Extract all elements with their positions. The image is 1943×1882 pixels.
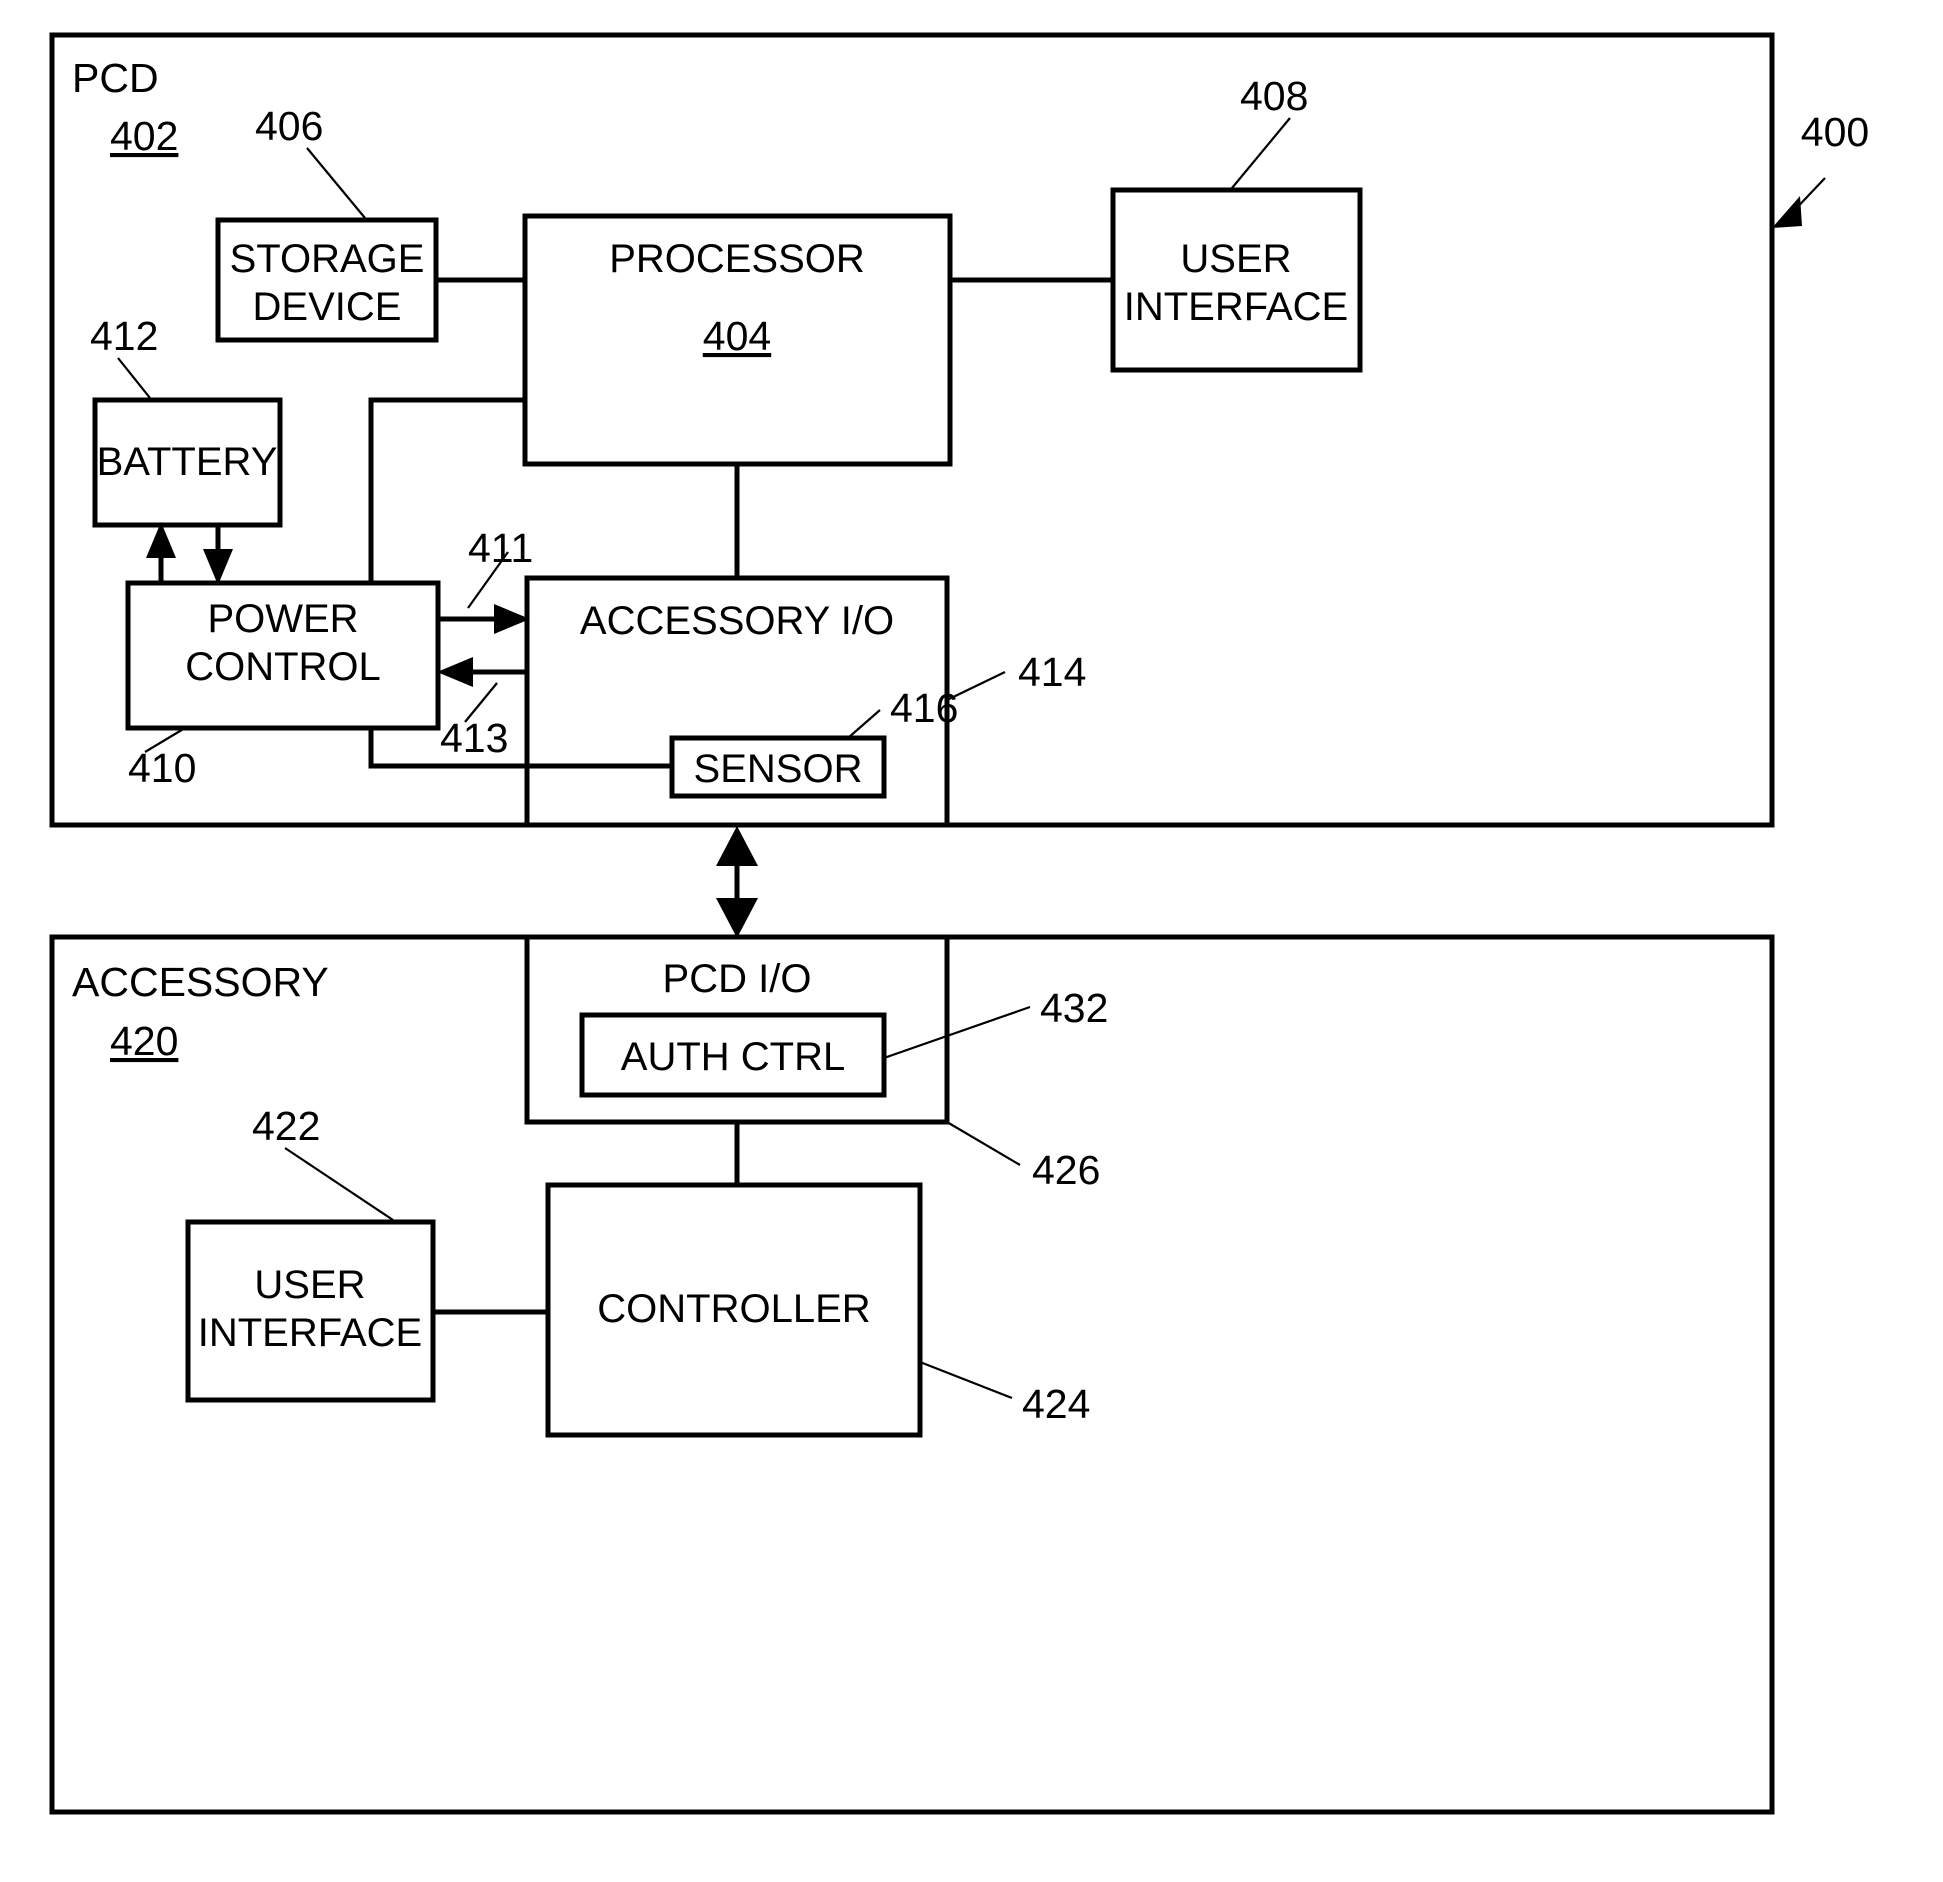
power-control-label-line2: CONTROL (185, 645, 381, 689)
accessory-container (49, 934, 1775, 1815)
accessory-ref: 420 (110, 1018, 178, 1064)
arrowhead-down-to-power-control (203, 549, 233, 585)
accessory-user-interface-label-line1: USER (254, 1263, 365, 1307)
accessory-title: ACCESSORY (72, 959, 329, 1005)
accessory-user-interface-ref: 422 (252, 1103, 320, 1149)
pcd-user-interface-label-line2: INTERFACE (1124, 285, 1348, 329)
signal-411-ref: 411 (468, 525, 533, 571)
controller-ref: 424 (1022, 1381, 1090, 1427)
storage-device-label-line2: DEVICE (253, 285, 402, 329)
processor-ref: 404 (703, 313, 771, 359)
pcd-user-interface-leader-line (1231, 117, 1291, 189)
storage-device-ref: 406 (255, 103, 323, 149)
processor-label: PROCESSOR (609, 237, 865, 281)
pcd-io-label: PCD I/O (663, 957, 812, 1001)
accessory-io-label: ACCESSORY I/O (580, 599, 894, 643)
arrowhead-bus-up (716, 826, 758, 866)
arrowhead-figure-ref (1772, 196, 1802, 228)
pcd-user-interface-label-line1: USER (1180, 237, 1291, 281)
sensor-label: SENSOR (694, 747, 863, 791)
figure-ref-400: 400 (1801, 109, 1869, 155)
auth-ctrl-label: AUTH CTRL (621, 1035, 845, 1079)
arrowhead-413-left (437, 657, 473, 687)
pcd-io-leader-line (946, 1121, 1021, 1166)
auth-ctrl-leader-line (883, 1005, 1031, 1060)
battery-ref: 412 (90, 313, 158, 359)
battery-leader-line (117, 357, 151, 399)
pcd-ref: 402 (110, 113, 178, 159)
controller-label: CONTROLLER (597, 1287, 870, 1331)
accessory-user-interface-label-line2: INTERFACE (198, 1311, 422, 1355)
accessory-user-interface-leader-line (284, 1147, 394, 1221)
accessory-io-ref: 414 (1018, 649, 1086, 695)
power-control-ref: 410 (128, 745, 196, 791)
diagram-canvas: PCD 402 STORAGE DEVICE 406 PROCESSOR 404… (49, 32, 1869, 1815)
power-control-label-line1: POWER (207, 597, 358, 641)
arrowhead-bus-down (716, 898, 758, 938)
pcd-title: PCD (72, 55, 159, 101)
battery-label: BATTERY (97, 440, 278, 484)
patent-figure-400: PCD 402 STORAGE DEVICE 406 PROCESSOR 404… (0, 0, 1943, 1882)
sensor-leader-line (847, 709, 881, 739)
sensor-ref: 416 (890, 685, 958, 731)
storage-device-leader-line (306, 147, 366, 219)
storage-device-label-line1: STORAGE (230, 237, 425, 281)
pcd-user-interface-ref: 408 (1240, 73, 1308, 119)
signal-413-ref: 413 (440, 715, 508, 761)
connector-power-bus-to-sensor (368, 728, 672, 769)
auth-ctrl-ref: 432 (1040, 985, 1108, 1031)
controller-leader-line (919, 1360, 1013, 1400)
pcd-io-ref: 426 (1032, 1147, 1100, 1193)
